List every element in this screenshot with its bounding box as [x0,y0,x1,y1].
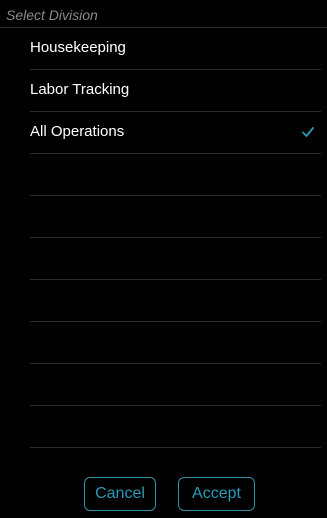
empty-row [30,364,321,406]
empty-row [30,280,321,322]
empty-row [30,322,321,364]
accept-button[interactable]: Accept [178,477,255,511]
picker-title: Select Division [6,7,98,23]
division-option-label: Housekeeping [30,39,126,56]
division-option-housekeeping[interactable]: Housekeeping [30,28,321,70]
empty-row [30,154,321,196]
division-option-all-operations[interactable]: All Operations [30,112,321,154]
checkmark-icon [302,127,314,137]
division-option-label: Labor Tracking [30,81,130,98]
empty-row [30,406,321,448]
picker-footer: Cancel Accept [0,476,327,518]
division-option-label: All Operations [30,123,125,140]
empty-row [30,196,321,238]
division-list: Housekeeping Labor Tracking All Operatio… [0,28,327,448]
picker-header: Select Division [0,0,327,28]
division-picker-screen: Select Division Housekeeping Labor Track… [0,0,327,518]
empty-row [30,238,321,280]
division-option-labor-tracking[interactable]: Labor Tracking [30,70,321,112]
cancel-button[interactable]: Cancel [84,477,156,511]
